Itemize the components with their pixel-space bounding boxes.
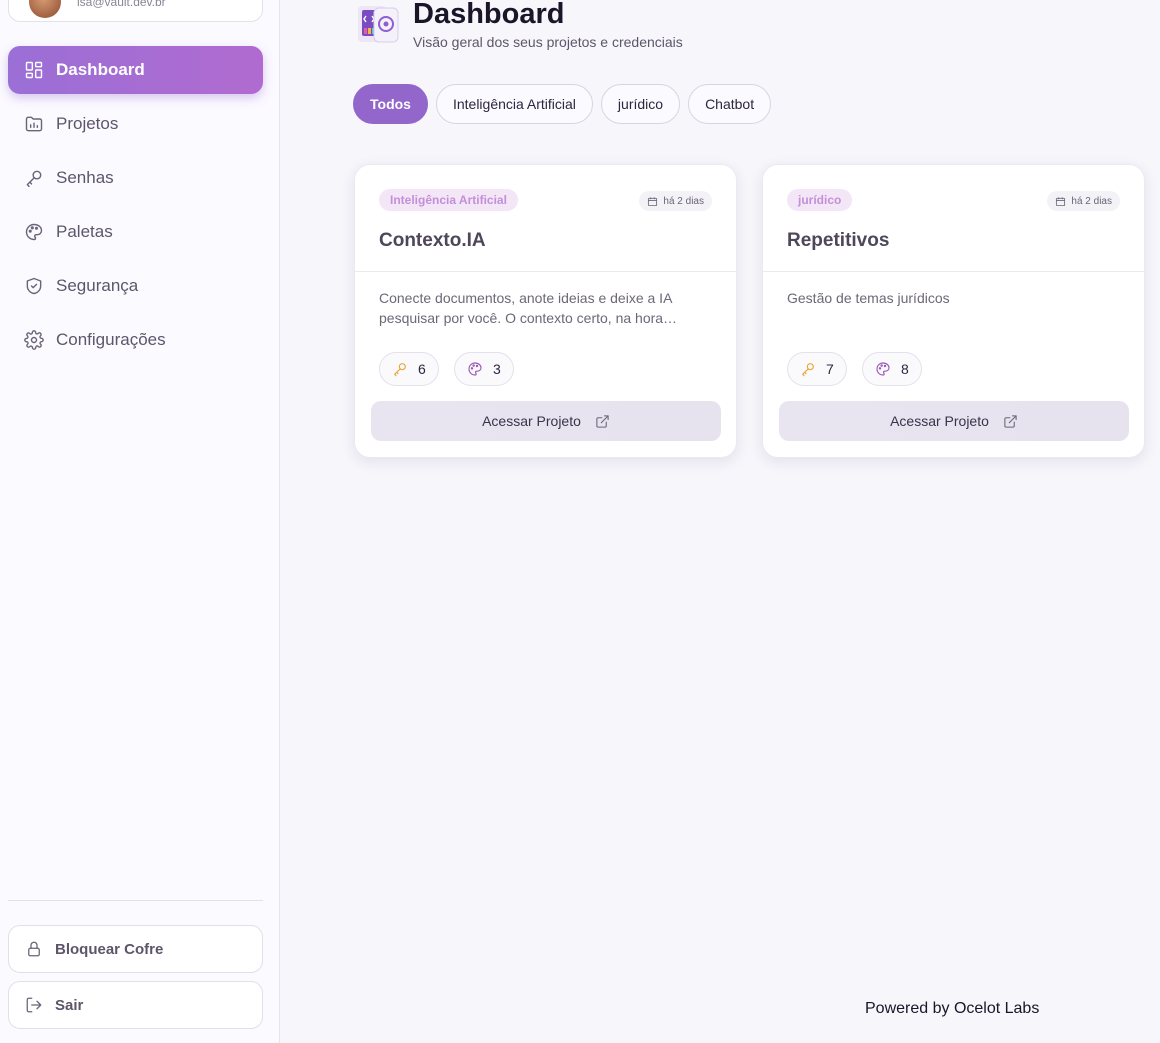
project-date: há 2 dias (1047, 191, 1120, 211)
project-card[interactable]: Inteligência Artificial há 2 dias Contex… (354, 164, 737, 458)
lock-icon (28, 941, 40, 957)
filter-chip-todos[interactable]: Todos (353, 84, 428, 124)
access-project-label: Acessar Projeto (890, 413, 989, 429)
project-palettes-count: 8 (862, 352, 922, 386)
sidebar-item-projetos[interactable]: Projetos (8, 100, 263, 148)
page-subtitle: Visão geral dos seus projetos e credenci… (413, 34, 683, 50)
keys-count-value: 7 (826, 361, 834, 377)
project-date: há 2 dias (639, 191, 712, 211)
filter-chip-chatbot[interactable]: Chatbot (688, 84, 772, 124)
project-date-label: há 2 dias (1071, 195, 1112, 207)
sidebar-item-label: Configurações (56, 330, 166, 349)
external-link-icon (1004, 414, 1017, 428)
sidebar-item-label: Projetos (56, 114, 119, 133)
sidebar-item-label: Senhas (56, 168, 114, 187)
sidebar-item-paletas[interactable]: Paletas (8, 208, 263, 256)
sidebar-item-senhas[interactable]: Senhas (8, 154, 263, 202)
page-title: Dashboard (413, 0, 565, 30)
filter-chip-ia[interactable]: Inteligência Artificial (435, 84, 593, 124)
project-card[interactable]: jurídico há 2 dias Repetitivos Gestão de… (762, 164, 1145, 458)
external-link-icon (596, 414, 609, 428)
logout-button[interactable]: Sair (8, 981, 263, 1029)
project-description: Gestão de temas jurídicos (787, 290, 950, 306)
user-card[interactable]: isa@vault.dev.br (8, 0, 263, 22)
card-divider (355, 271, 736, 272)
key-icon (802, 363, 814, 377)
dashboard-icon (25, 61, 43, 79)
key-icon (394, 363, 406, 377)
project-title: Repetitivos (787, 230, 890, 251)
folder-chart-icon (25, 116, 43, 132)
access-project-button[interactable]: Acessar Projeto (371, 401, 721, 441)
sidebar-nav: Dashboard Projetos Senhas Paletas Segura… (8, 46, 263, 370)
app-logo-icon (358, 6, 399, 43)
lock-vault-button[interactable]: Bloquear Cofre (8, 925, 263, 973)
calendar-icon (648, 196, 658, 206)
access-project-label: Acessar Projeto (482, 413, 581, 429)
palettes-count-value: 3 (493, 361, 501, 377)
keys-count-value: 6 (418, 361, 426, 377)
sidebar: isa@vault.dev.br Dashboard Projetos Senh… (0, 0, 280, 1043)
sidebar-item-label: Dashboard (56, 60, 145, 79)
calendar-icon (1056, 196, 1066, 206)
palette-icon (25, 223, 43, 241)
gear-icon (24, 330, 44, 350)
avatar (29, 0, 61, 18)
project-keys-count: 6 (379, 352, 439, 386)
sidebar-item-seguranca[interactable]: Segurança (8, 262, 263, 310)
logout-icon (26, 997, 42, 1013)
user-email: isa@vault.dev.br (77, 0, 166, 9)
main-content: Dashboard Visão geral dos seus projetos … (280, 0, 1160, 1043)
sidebar-item-label: Segurança (56, 276, 139, 295)
project-date-label: há 2 dias (663, 195, 704, 207)
filter-chip-juridico[interactable]: jurídico (600, 84, 681, 124)
project-palettes-count: 3 (454, 352, 514, 386)
app-root: isa@vault.dev.br Dashboard Projetos Senh… (0, 0, 1160, 1043)
project-tag: jurídico (787, 189, 853, 211)
sidebar-item-label: Paletas (56, 222, 113, 241)
access-project-button[interactable]: Acessar Projeto (779, 401, 1129, 441)
project-tag: Inteligência Artificial (379, 189, 518, 211)
key-icon (26, 170, 42, 188)
project-title: Contexto.IA (379, 230, 486, 251)
project-description: Conecte documentos, anote ideias e deixe… (379, 290, 678, 326)
shield-icon (26, 277, 42, 295)
sidebar-item-dashboard[interactable]: Dashboard (8, 46, 263, 94)
sidebar-divider (8, 900, 263, 901)
palette-icon (876, 362, 890, 376)
sidebar-item-configuracoes[interactable]: Configurações (8, 316, 263, 364)
palette-icon (468, 362, 482, 376)
logout-label: Sair (55, 996, 84, 1014)
filter-chips: Todos Inteligência Artificial jurídico C… (353, 84, 779, 124)
project-keys-count: 7 (787, 352, 847, 386)
palettes-count-value: 8 (901, 361, 909, 377)
footer-credit: Powered by Ocelot Labs (865, 1000, 1040, 1017)
lock-vault-label: Bloquear Cofre (55, 940, 164, 958)
card-divider (763, 271, 1144, 272)
